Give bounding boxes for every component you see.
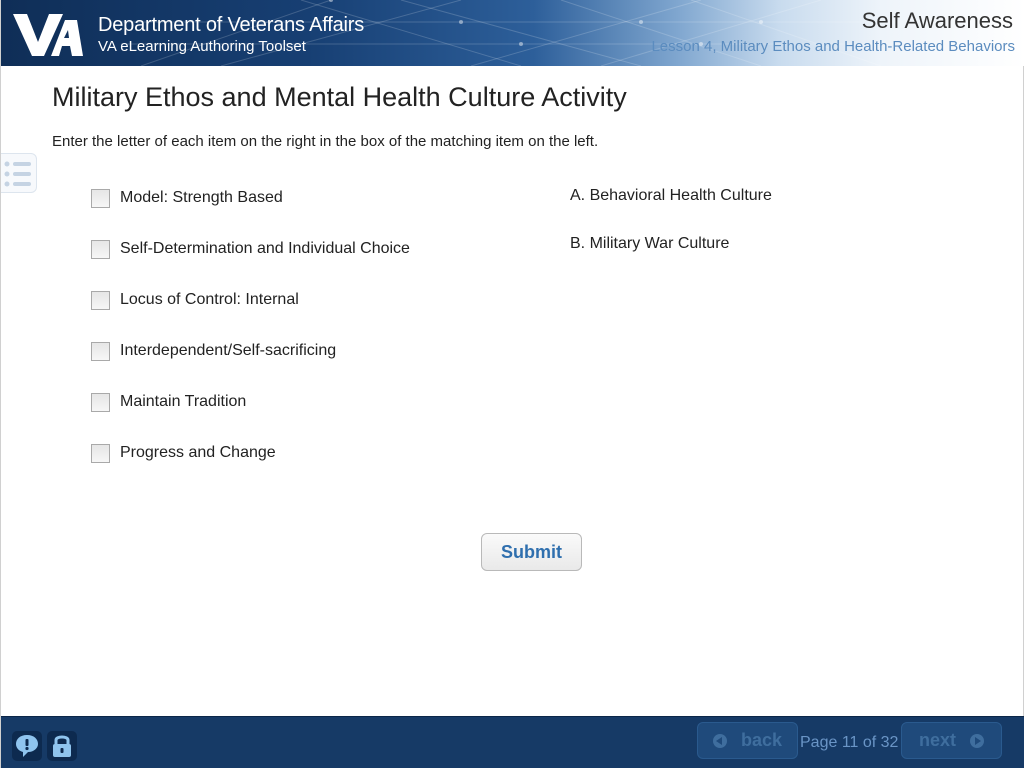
va-logo (13, 14, 83, 56)
list-icon (4, 161, 31, 187)
menu-toggle-button[interactable] (1, 153, 37, 193)
choice-item: A. Behavioral Health Culture (570, 187, 772, 204)
match-item: Maintain Tradition (91, 391, 246, 413)
next-button[interactable]: next (901, 722, 1002, 759)
choice-item: B. Military War Culture (570, 235, 730, 252)
match-item-label: Maintain Tradition (120, 393, 247, 410)
course-title: Self Awareness (861, 8, 1013, 33)
match-answer-input[interactable] (91, 188, 110, 208)
match-item: Model: Strength Based (91, 187, 283, 209)
help-icon[interactable] (12, 731, 42, 761)
match-answer-input[interactable] (91, 341, 110, 361)
arrow-left-icon (712, 733, 727, 748)
back-button-label: back (740, 730, 783, 750)
match-answer-input[interactable] (91, 290, 110, 310)
app-window: Department of Veterans Affairs VA eLearn… (0, 0, 1024, 768)
lesson-title: Lesson 4, Military Ethos and Health-Rela… (651, 38, 1015, 55)
match-item: Self-Determination and Individual Choice (91, 238, 410, 260)
back-button[interactable]: back (697, 722, 798, 759)
next-button-label: next (918, 730, 956, 750)
match-item: Locus of Control: Internal (91, 289, 299, 311)
submit-button[interactable]: Submit (481, 533, 582, 571)
department-name: Department of Veterans Affairs (98, 14, 365, 36)
toolset-name: VA eLearning Authoring Toolset (98, 38, 306, 55)
arrow-right-icon (970, 733, 984, 748)
match-answer-input[interactable] (91, 392, 110, 412)
match-item-label: Locus of Control: Internal (120, 291, 299, 308)
match-item-label: Self-Determination and Individual Choice (120, 240, 410, 257)
instructions-text: Enter the letter of each item on the rig… (52, 133, 599, 150)
header-banner: Department of Veterans Affairs VA eLearn… (1, 0, 1024, 66)
match-answer-input[interactable] (91, 443, 110, 463)
footer-nav-bar: back Page 11 of 32 next (1, 716, 1024, 768)
match-item-label: Progress and Change (120, 444, 276, 461)
match-item: Interdependent/Self-sacrificing (91, 340, 336, 362)
match-item-label: Model: Strength Based (120, 189, 283, 206)
page-title: Military Ethos and Mental Health Culture… (52, 82, 627, 112)
match-item: Progress and Change (91, 442, 276, 464)
match-answer-input[interactable] (91, 239, 110, 259)
match-item-label: Interdependent/Self-sacrificing (120, 342, 337, 359)
page-counter: Page 11 of 32 (800, 734, 899, 751)
lock-icon[interactable] (47, 731, 77, 761)
